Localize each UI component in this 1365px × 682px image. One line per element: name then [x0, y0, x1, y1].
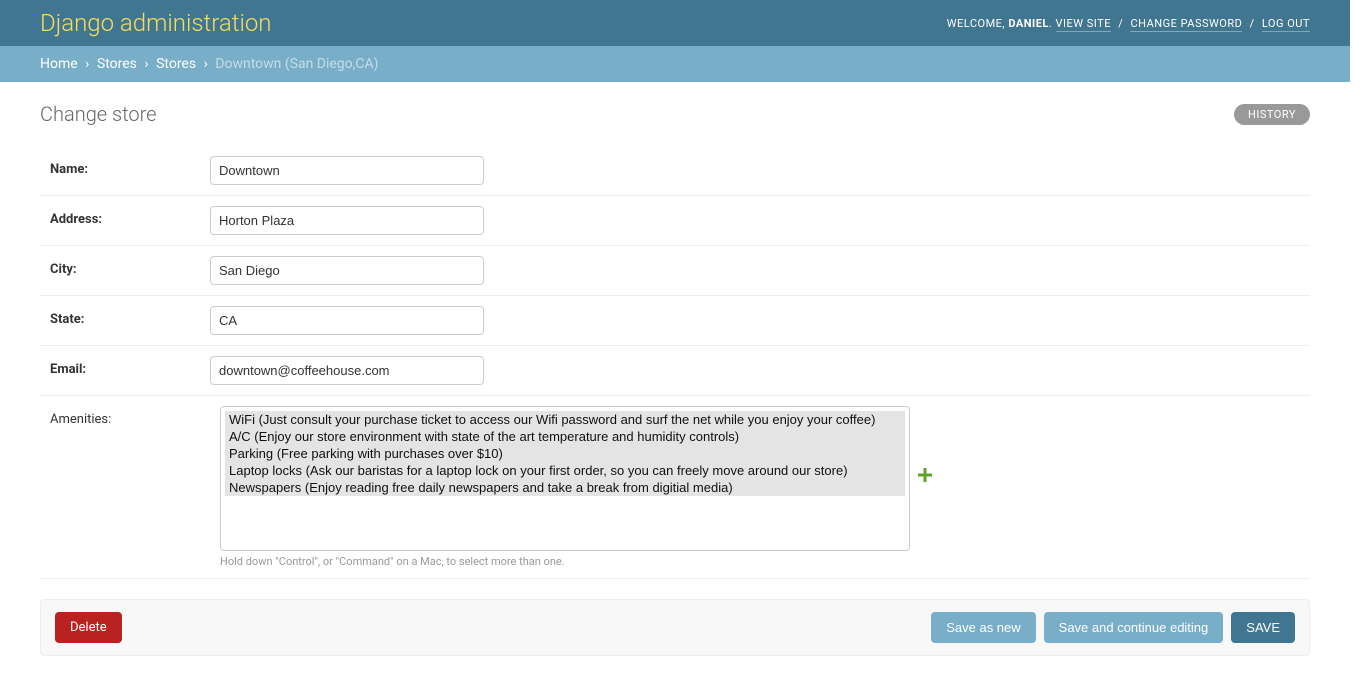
page-title: Change store: [40, 102, 157, 126]
separator: /: [1114, 17, 1127, 30]
history-button[interactable]: HISTORY: [1234, 104, 1310, 125]
breadcrumb-current: Downtown (San Diego,CA): [215, 56, 378, 72]
field-row-city: City:: [40, 246, 1310, 296]
breadcrumb-home[interactable]: Home: [40, 56, 78, 72]
breadcrumbs: Home › Stores › Stores › Downtown (San D…: [0, 46, 1350, 82]
add-amenity-icon[interactable]: [918, 466, 932, 487]
admin-header: Django administration WELCOME, DANIEL. V…: [0, 0, 1350, 46]
breadcrumb-app[interactable]: Stores: [97, 56, 137, 72]
separator: /: [1246, 17, 1259, 30]
field-row-name: Name:: [40, 146, 1310, 196]
submit-row: Delete: [40, 599, 1310, 656]
amenities-help: Hold down "Control", or "Command" on a M…: [220, 555, 1300, 568]
change-form: Name: Address: City: State: Email:: [40, 146, 1310, 656]
address-label: Address:: [50, 206, 210, 227]
amenity-option[interactable]: Laptop locks (Ask our baristas for a lap…: [225, 462, 905, 479]
name-label: Name:: [50, 156, 210, 177]
city-input[interactable]: [210, 256, 484, 285]
branding: Django administration: [40, 9, 272, 37]
field-row-state: State:: [40, 296, 1310, 346]
field-row-email: Email:: [40, 346, 1310, 396]
name-input[interactable]: [210, 156, 484, 185]
save-continue-button[interactable]: [1044, 612, 1224, 643]
user-tools: WELCOME, DANIEL. VIEW SITE / CHANGE PASS…: [947, 17, 1310, 30]
change-password-link[interactable]: CHANGE PASSWORD: [1130, 17, 1242, 32]
amenity-option[interactable]: Newspapers (Enjoy reading free daily new…: [225, 479, 905, 496]
email-input[interactable]: [210, 356, 484, 385]
field-row-address: Address:: [40, 196, 1310, 246]
field-row-amenities: Amenities: WiFi (Just consult your purch…: [40, 396, 1310, 579]
amenities-label: Amenities:: [50, 406, 210, 427]
username: DANIEL: [1008, 17, 1049, 30]
state-input[interactable]: [210, 306, 484, 335]
breadcrumb-model[interactable]: Stores: [156, 56, 196, 72]
logout-link[interactable]: LOG OUT: [1262, 17, 1310, 32]
delete-button[interactable]: Delete: [55, 612, 122, 643]
site-title: Django administration: [40, 9, 272, 37]
email-label: Email:: [50, 356, 210, 377]
state-label: State:: [50, 306, 210, 327]
amenity-option[interactable]: WiFi (Just consult your purchase ticket …: [225, 411, 905, 428]
save-button[interactable]: [1231, 612, 1295, 643]
amenity-option[interactable]: A/C (Enjoy our store environment with st…: [225, 428, 905, 445]
save-as-new-button[interactable]: [931, 612, 1035, 643]
city-label: City:: [50, 256, 210, 277]
welcome-text: WELCOME,: [947, 17, 1005, 30]
amenity-option[interactable]: Parking (Free parking with purchases ove…: [225, 445, 905, 462]
amenities-select[interactable]: WiFi (Just consult your purchase ticket …: [220, 406, 910, 551]
address-input[interactable]: [210, 206, 484, 235]
view-site-link[interactable]: VIEW SITE: [1056, 17, 1111, 32]
